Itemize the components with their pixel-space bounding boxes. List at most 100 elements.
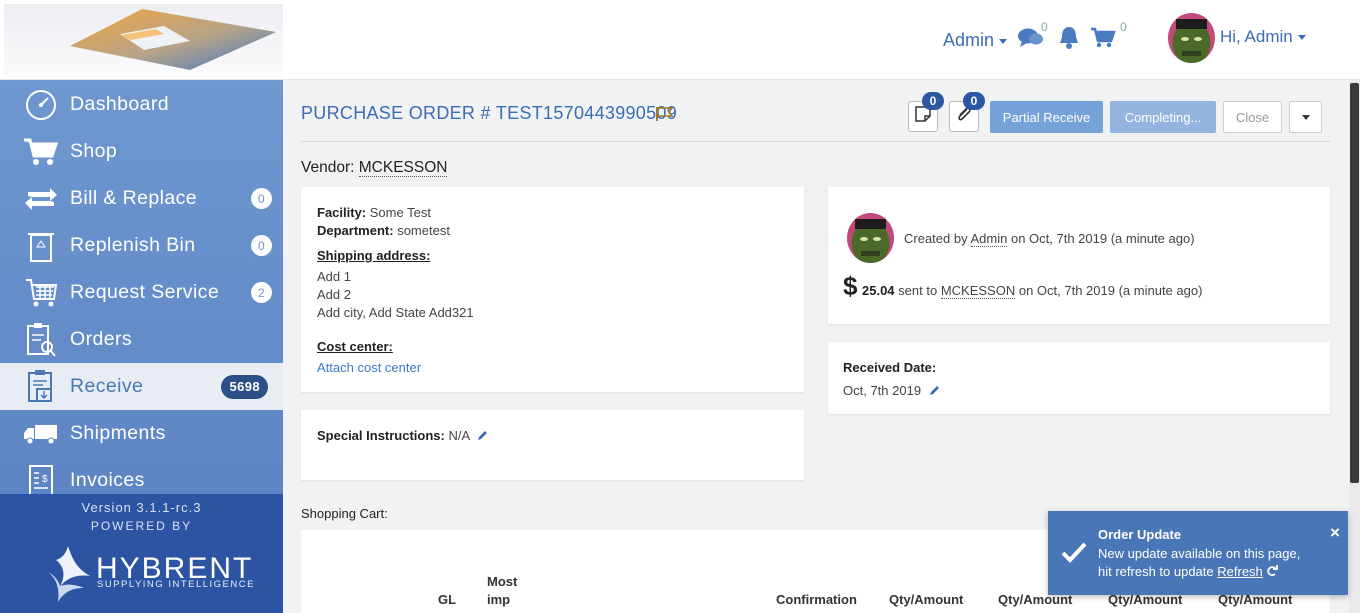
vendor-name-link[interactable]: MCKESSON: [358, 159, 448, 177]
truck-icon: [22, 415, 60, 453]
sidebar-item-label: Orders: [70, 328, 132, 350]
created-user-link[interactable]: Admin: [970, 231, 1008, 247]
facility-value: Some Test: [369, 205, 431, 220]
avatar[interactable]: [1168, 13, 1215, 63]
more-actions-button[interactable]: [1289, 101, 1322, 133]
bell-icon[interactable]: [1058, 25, 1080, 55]
toast-line: New update available on this page,: [1098, 546, 1301, 561]
notes-count-badge: 0: [922, 92, 944, 110]
shipping-heading: Shipping address:: [317, 248, 430, 263]
column-header: Confirmation: [776, 592, 857, 607]
sidebar-item-shipments[interactable]: Shipments: [0, 410, 283, 457]
completing-label: Completing...: [1124, 109, 1202, 125]
chevron-down-icon: [1297, 35, 1306, 41]
chevron-down-icon: [1301, 114, 1310, 120]
sidebar-item-replenish-bin[interactable]: Replenish Bin 0: [0, 222, 283, 269]
sidebar-item-request-service[interactable]: Request Service 2: [0, 269, 283, 316]
orders-icon: [22, 321, 60, 359]
count-badge: 0: [251, 235, 272, 256]
received-date-line: Oct, 7th 2019: [843, 383, 940, 399]
sent-vendor-link[interactable]: MCKESSON: [940, 283, 1016, 299]
dollar-icon: $: [843, 271, 858, 301]
sidebar-item-label: Dashboard: [70, 93, 169, 115]
department-line: Department: sometest: [317, 223, 450, 238]
column-header: Most: [487, 574, 518, 589]
hybrent-logo-icon: [46, 544, 94, 609]
vendor-line: Vendor: MCKESSON: [301, 159, 448, 177]
vendor-label: Vendor:: [301, 159, 355, 176]
chevron-down-icon: [999, 38, 1008, 44]
sidebar-item-dashboard[interactable]: Dashboard: [0, 81, 283, 128]
order-update-toast: Order Update New update available on thi…: [1048, 511, 1348, 595]
facility-line: Facility: Some Test: [317, 205, 431, 220]
user-menu[interactable]: Hi, Admin: [1220, 27, 1306, 47]
created-prefix: Created by: [904, 231, 968, 246]
cart-count: 0: [1120, 20, 1127, 34]
close-button[interactable]: Close: [1223, 101, 1282, 133]
sidebar-item-receive[interactable]: Receive 5698: [0, 363, 283, 410]
count-badge: 5698: [221, 374, 268, 399]
refresh-link[interactable]: Refresh: [1217, 564, 1263, 579]
close-icon[interactable]: ×: [1330, 523, 1340, 543]
scrollbar-thumb[interactable]: [1350, 83, 1359, 483]
partial-receive-button[interactable]: Partial Receive: [990, 101, 1103, 133]
partial-receive-label: Partial Receive: [1002, 109, 1091, 125]
svg-text:$: $: [42, 474, 48, 485]
sidebar-item-label: Bill & Replace: [70, 187, 197, 209]
sidebar-item-label: Invoices: [70, 469, 145, 491]
avatar: [847, 213, 894, 263]
column-header: Qty/Amount: [889, 592, 964, 607]
cart-icon: [22, 133, 60, 171]
address-line: Add 2: [317, 287, 351, 302]
flag-icon[interactable]: [655, 106, 675, 127]
sidebar-item-label: Shop: [70, 140, 118, 162]
pencil-icon[interactable]: [477, 429, 488, 444]
brand-tagline: SUPPLYING INTELLIGENCE: [97, 579, 255, 590]
toast-title: Order Update: [1098, 527, 1182, 542]
toast-message: New update available on this page, hit r…: [1098, 545, 1338, 581]
address-line: Add city, Add State Add321: [317, 305, 474, 320]
special-instructions-label: Special Instructions:: [317, 428, 445, 443]
checkmark-icon: [1061, 541, 1087, 568]
version-text: Version 3.1.1-rc.3: [81, 500, 202, 515]
sidebar-item-bill-replace[interactable]: Bill & Replace 0: [0, 175, 283, 222]
received-date-card: Received Date: Oct, 7th 2019: [828, 342, 1330, 414]
column-header: imp: [487, 592, 511, 607]
received-date-label: Received Date:: [843, 360, 937, 375]
created-by-line: Created by Admin on Oct, 7th 2019 (a min…: [904, 231, 1195, 247]
cost-center-label: Cost center:: [317, 339, 393, 354]
page-title: PURCHASE ORDER # TEST1570443990509: [301, 103, 678, 123]
sidebar-item-shop[interactable]: Shop: [0, 128, 283, 175]
received-date-value: Oct, 7th 2019: [843, 383, 922, 398]
recycle-bin-icon: [22, 227, 60, 265]
refresh-icon[interactable]: [1266, 564, 1279, 579]
request-service-icon: [22, 274, 60, 312]
sidebar-footer: Version 3.1.1-rc.3 POWERED BY HYBRENT SU…: [0, 494, 283, 613]
attach-cost-center-link[interactable]: Attach cost center: [317, 360, 421, 375]
messages-count: 0: [1041, 20, 1048, 34]
activity-card: Created by Admin on Oct, 7th 2019 (a min…: [828, 187, 1330, 324]
attachments-count-badge: 0: [963, 92, 985, 110]
column-header: GL: [438, 592, 457, 607]
facility-card: Facility: Some Test Department: sometest…: [301, 187, 804, 392]
cart-icon[interactable]: [1090, 27, 1116, 54]
shopping-cart-label: Shopping Cart:: [301, 506, 388, 521]
sidebar-item-orders[interactable]: Orders: [0, 316, 283, 363]
sent-prefix: sent to: [898, 283, 938, 298]
divider: [301, 141, 1330, 142]
address-line: Add 1: [317, 269, 351, 284]
dashboard-icon: [22, 86, 60, 124]
bill-replace-icon: [22, 180, 60, 218]
special-instructions-value: N/A: [448, 428, 470, 443]
sidebar-item-label: Request Service: [70, 281, 220, 303]
admin-menu[interactable]: Admin: [943, 30, 1008, 51]
powered-by-text: POWERED BY: [90, 519, 193, 533]
special-instructions-line: Special Instructions: N/A: [317, 428, 488, 444]
completing-button[interactable]: Completing...: [1110, 101, 1216, 133]
shipping-label: Shipping address:: [317, 248, 431, 263]
sent-suffix: on Oct, 7th 2019 (a minute ago): [1018, 283, 1203, 298]
user-greeting: Hi, Admin: [1220, 27, 1293, 46]
pencil-icon[interactable]: [929, 384, 940, 399]
department-label: Department:: [317, 223, 394, 238]
facility-label: Facility:: [317, 205, 367, 220]
